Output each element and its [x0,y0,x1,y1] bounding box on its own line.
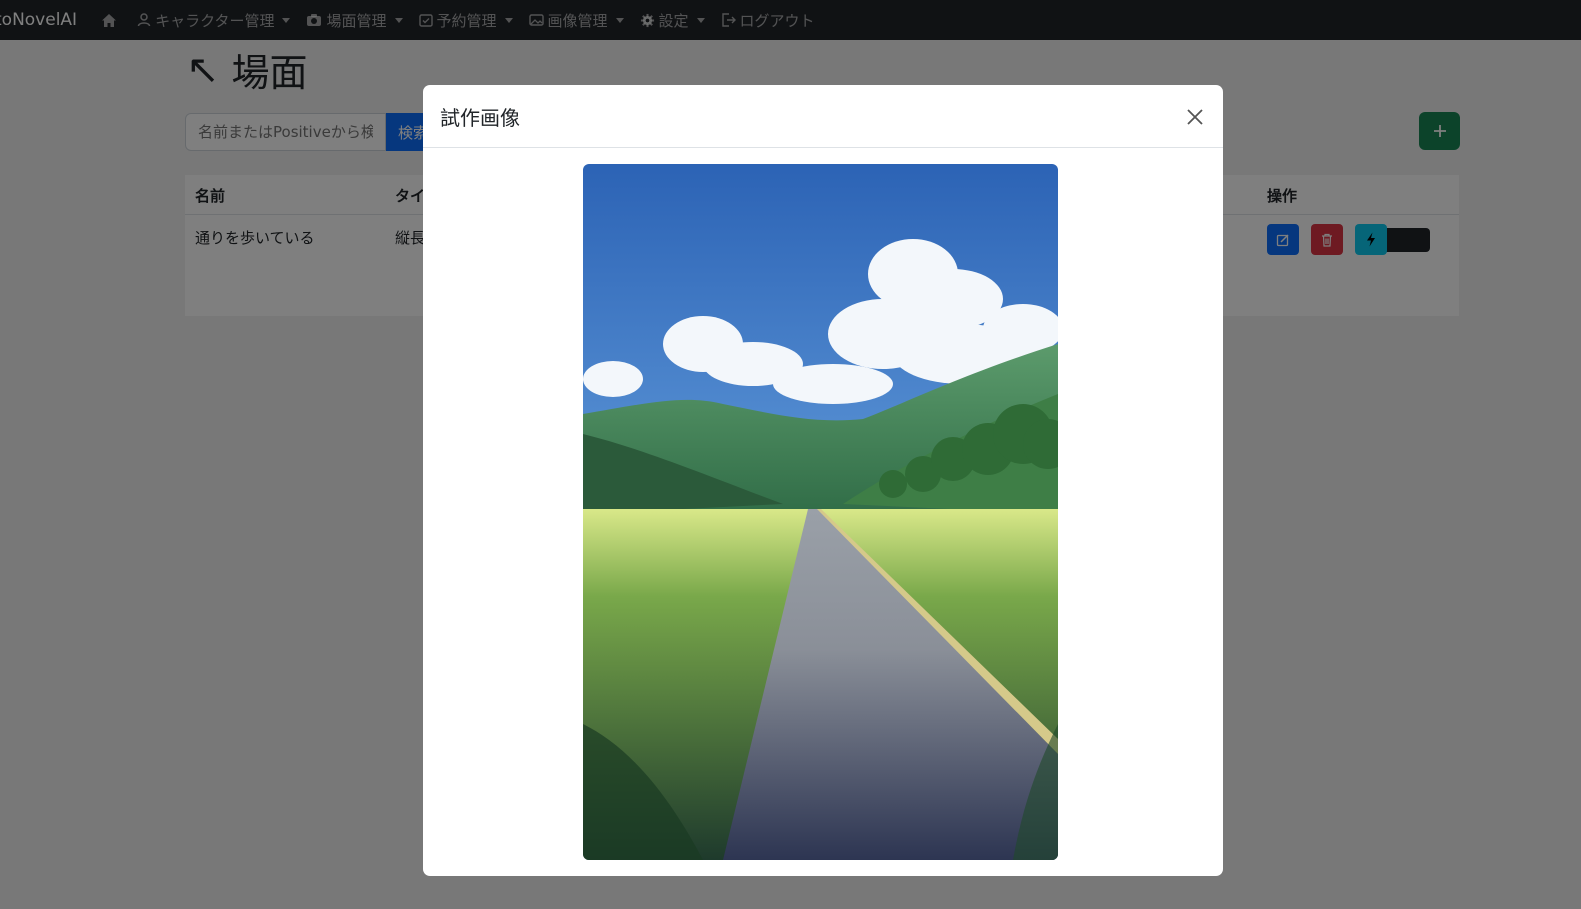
preview-image-modal: 試作画像 [423,85,1223,876]
preview-image [583,164,1058,860]
close-icon[interactable] [1183,105,1207,129]
modal-title: 試作画像 [440,106,520,130]
modal-header: 試作画像 [423,85,1223,148]
